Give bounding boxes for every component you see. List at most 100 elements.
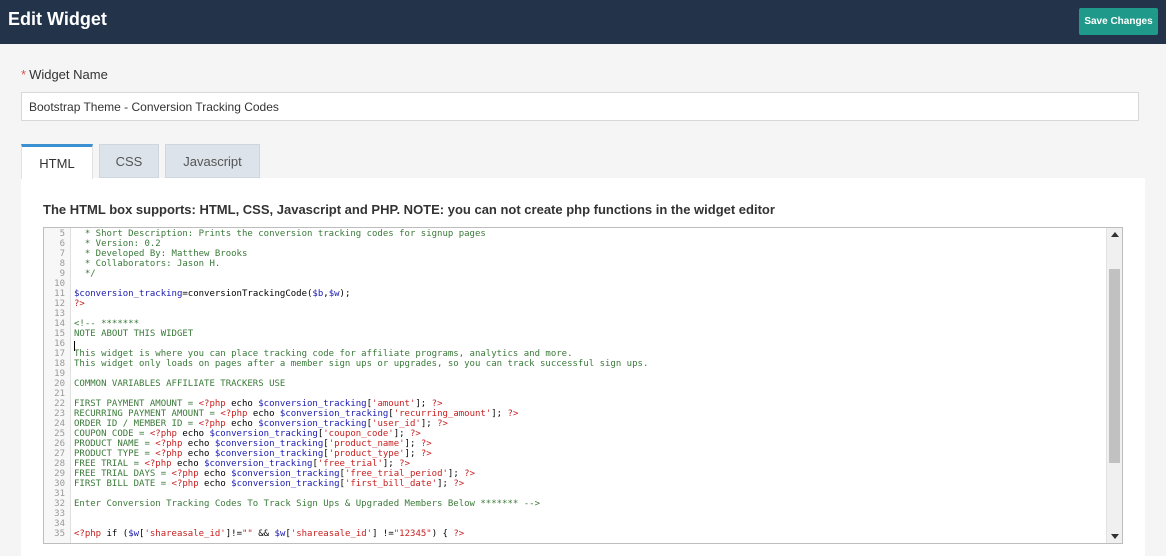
code-token: $conversion_tracking [214, 449, 324, 459]
page-title: Edit Widget [8, 9, 107, 29]
code-line: 13 [44, 309, 648, 319]
editor-scrollbar[interactable] [1106, 228, 1122, 543]
line-number: 29 [54, 469, 65, 479]
code-line: 20 COMMON VARIABLES AFFILIATE TRACKERS US… [44, 379, 648, 389]
line-number: 6 [59, 239, 65, 249]
code-text: FREE TRIAL DAYS = <?php echo $conversion… [70, 469, 475, 479]
code-token: ?> [453, 479, 465, 489]
code-line: 28 FREE TRIAL = <?php echo $conversion_tr… [44, 459, 648, 469]
code-token: echo [182, 449, 215, 459]
code-token: if ( [101, 529, 129, 539]
code-token: ?> [409, 429, 421, 439]
widget-name-input[interactable] [21, 92, 1139, 121]
line-number: 10 [54, 279, 65, 289]
code-token: NOTE ABOUT THIS WIDGET [74, 329, 194, 339]
scroll-down-icon[interactable] [1111, 534, 1119, 539]
code-text: ORDER ID / MEMBER ID = <?php echo $conve… [70, 419, 448, 429]
code-text: COUPON CODE = <?php echo $conversion_tra… [70, 429, 421, 439]
line-number: 16 [54, 339, 65, 349]
code-text: PRODUCT TYPE = <?php echo $conversion_tr… [70, 449, 432, 459]
tab-html[interactable]: HTML [21, 144, 93, 179]
code-token: */ [74, 269, 96, 279]
line-number: 22 [54, 399, 65, 409]
line-number: 32 [54, 499, 65, 509]
code-token: ?> [74, 299, 85, 309]
code-editor[interactable]: 5 * Short Description: Prints the conver… [43, 227, 1123, 544]
code-token: ]; [404, 439, 421, 449]
line-number: 19 [54, 369, 65, 379]
text-cursor [74, 341, 75, 351]
code-token: ?> [420, 439, 432, 449]
code-text: This widget is where you can place track… [70, 349, 573, 359]
code-token: echo [171, 459, 205, 469]
line-number: 5 [59, 229, 65, 239]
tab-javascript[interactable]: Javascript [165, 144, 260, 178]
code-token: ]!= [225, 529, 242, 539]
code-line: 12 ?> [44, 299, 648, 309]
code-token: $conversion_tracking [279, 409, 389, 419]
code-token: $w [128, 529, 140, 539]
code-line: 24 ORDER ID / MEMBER ID = <?php echo $con… [44, 419, 648, 429]
code-text: * Collaborators: Jason H. [70, 259, 220, 269]
code-line: 33 [44, 509, 648, 519]
code-token: $conversion_tracking [209, 429, 318, 439]
code-token: echo [182, 439, 215, 449]
code-token: $conversion_tracking [231, 479, 340, 489]
scroll-thumb[interactable] [1109, 269, 1120, 463]
save-changes-button[interactable]: Save Changes [1079, 8, 1158, 35]
code-text: NOTE ABOUT THIS WIDGET [70, 329, 193, 339]
code-token: RECURRING PAYMENT AMOUNT = [74, 409, 221, 419]
code-line: 21 [44, 389, 648, 399]
code-token: $conversion_tracking [214, 439, 324, 449]
code-token: $w [328, 289, 340, 299]
editor-support-note: The HTML box supports: HTML, CSS, Javasc… [43, 202, 775, 217]
code-token: "" [242, 529, 253, 539]
code-token: * Developed By: Matthew Brooks [74, 249, 248, 259]
line-number: 27 [54, 449, 65, 459]
code-text: This widget only loads on pages after a … [70, 359, 648, 369]
code-token: * Short Description: Prints the conversi… [74, 229, 486, 239]
code-token: ]; [447, 469, 465, 479]
code-token: ]; [491, 409, 508, 419]
code-text: PRODUCT NAME = <?php echo $conversion_tr… [70, 439, 432, 449]
scroll-up-icon[interactable] [1111, 232, 1119, 237]
code-token: echo [225, 419, 259, 429]
code-line: 16 [44, 339, 648, 349]
code-token: ?> [399, 459, 410, 469]
code-token: $conversion_tracking [74, 289, 183, 299]
editor-panel: The HTML box supports: HTML, CSS, Javasc… [21, 178, 1145, 556]
line-number: 8 [59, 259, 65, 269]
code-token: $conversion_tracking [258, 419, 367, 429]
code-line: 26 PRODUCT NAME = <?php echo $conversion_… [44, 439, 648, 449]
code-text: Enter Conversion Tracking Codes To Track… [70, 499, 540, 509]
code-line: 17 This widget is where you can place tra… [44, 349, 648, 359]
code-line: 7 * Developed By: Matthew Brooks [44, 249, 648, 259]
code-line: 31 [44, 489, 648, 499]
widget-name-label: * Widget Name [21, 67, 108, 82]
code-token: <?php [144, 459, 172, 469]
code-token: COMMON VARIABLES AFFILIATE TRACKERS USE [74, 379, 286, 389]
code-text: $conversion_tracking=conversionTrackingC… [70, 289, 350, 299]
widget-name-label-text: Widget Name [29, 67, 108, 82]
code-text: FIRST PAYMENT AMOUNT = <?php echo $conve… [70, 399, 443, 409]
line-number: 24 [54, 419, 65, 429]
code-token: ) { [431, 529, 454, 539]
code-token: This widget only loads on pages after a … [74, 359, 649, 369]
line-number: 26 [54, 439, 65, 449]
code-token: echo [198, 479, 232, 489]
code-token: ]; [404, 449, 421, 459]
tab-css[interactable]: CSS [99, 144, 159, 178]
code-text: <!-- ******* [70, 319, 139, 329]
code-token: 'amount' [372, 399, 416, 409]
code-token: $b [312, 289, 324, 299]
line-number: 25 [54, 429, 65, 439]
code-line: 6 * Version: 0.2 [44, 239, 648, 249]
line-number: 18 [54, 359, 65, 369]
code-text: * Short Description: Prints the conversi… [70, 229, 486, 239]
code-token: 'shareasale_id' [144, 529, 226, 539]
code-token: 'product_name' [328, 439, 405, 449]
